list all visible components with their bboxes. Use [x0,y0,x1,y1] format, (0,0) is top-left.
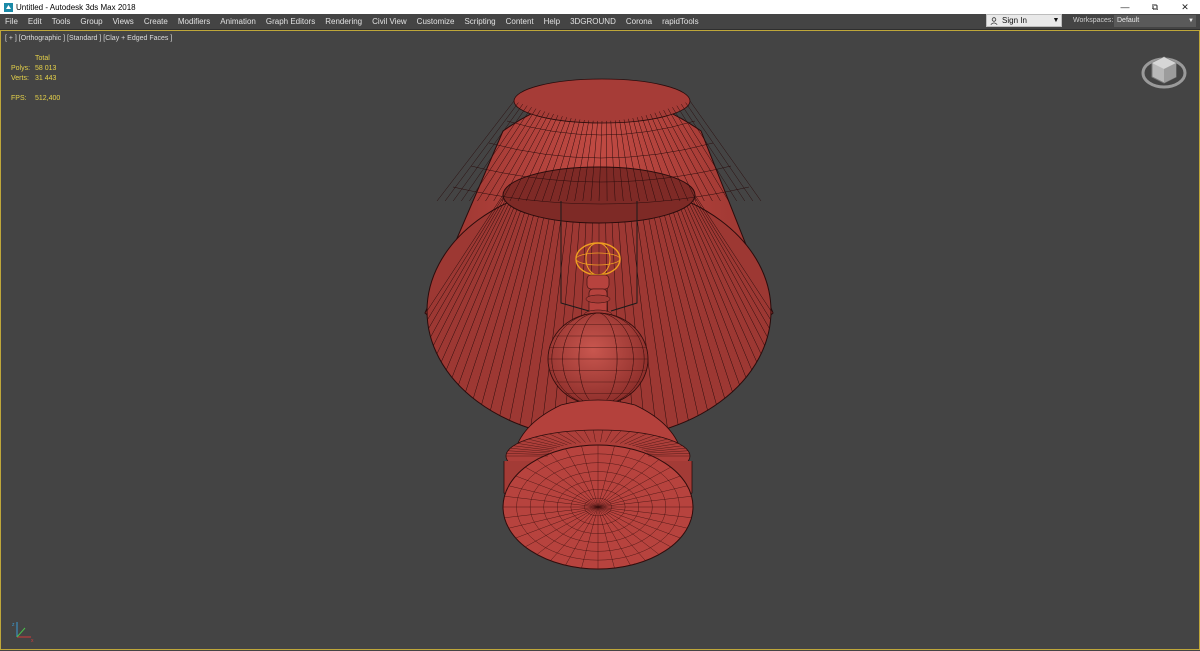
menu-item-help[interactable]: Help [539,14,565,29]
title-bar: Untitled - Autodesk 3ds Max 2018 — ⧉ ✕ [0,0,1200,14]
menu-item-rapidtools[interactable]: rapidTools [657,14,703,29]
verts-value: 31 443 [35,75,57,82]
sign-in-dropdown[interactable]: Sign In ▼ [986,14,1062,27]
menu-item-scripting[interactable]: Scripting [459,14,500,29]
menu-item-views[interactable]: Views [108,14,139,29]
menu-item-graph-editors[interactable]: Graph Editors [261,14,320,29]
fps-value: 512,400 [35,95,61,102]
menu-item-edit[interactable]: Edit [23,14,47,29]
viewport-statistics: Total Polys: 58 013 Verts: 31 443 FPS: 512,… [11,54,60,104]
lamp-model[interactable] [1,31,1200,651]
menu-item-group[interactable]: Group [75,14,107,29]
menu-item-customize[interactable]: Customize [412,14,460,29]
axis-tripod-icon: z x [11,619,35,644]
svg-text:z: z [12,622,15,628]
viewport-label[interactable]: [ + ] [Orthographic ] [Standard ] [Clay … [5,35,172,42]
stats-header: Total [35,55,50,62]
menu-item-civil-view[interactable]: Civil View [367,14,412,29]
menu-item-animation[interactable]: Animation [215,14,261,29]
viewcube-icon[interactable] [1141,51,1187,91]
chevron-down-icon: ▼ [1188,18,1194,24]
polys-label: Polys: [11,65,31,72]
menu-item-corona[interactable]: Corona [621,14,657,29]
3dsmax-app-icon [4,2,13,12]
chevron-down-icon: ▼ [1052,17,1060,24]
workspace-select[interactable]: Default ▼ [1114,15,1196,27]
lamp-shade-rim-top [513,78,691,124]
menu-bar: File Edit Tools Group Views Create Modifiers An… [0,14,1200,30]
user-icon [989,16,999,25]
menu-item-tools[interactable]: Tools [47,14,76,29]
minimize-icon[interactable]: — [1110,0,1140,14]
fps-label: FPS: [11,95,27,102]
workspaces-label: Workspaces: [1073,17,1114,24]
menu-item-content[interactable]: Content [501,14,539,29]
menu-item-rendering[interactable]: Rendering [320,14,367,29]
menu-item-create[interactable]: Create [139,14,173,29]
svg-text:x: x [31,638,34,643]
menu-item-3dground[interactable]: 3DGROUND [565,14,621,29]
sign-in-label: Sign In [1002,16,1027,25]
close-icon[interactable]: ✕ [1170,0,1200,14]
polys-value: 58 013 [35,65,57,72]
window-title: Untitled - Autodesk 3ds Max 2018 [16,2,136,12]
menu-item-file[interactable]: File [0,14,23,29]
restore-icon[interactable]: ⧉ [1140,0,1170,14]
workspace-value: Default [1117,17,1140,24]
verts-label: Verts: [11,75,29,82]
menu-item-modifiers[interactable]: Modifiers [173,14,215,29]
perspective-viewport[interactable]: [ + ] [Orthographic ] [Standard ] [Clay … [0,30,1200,650]
